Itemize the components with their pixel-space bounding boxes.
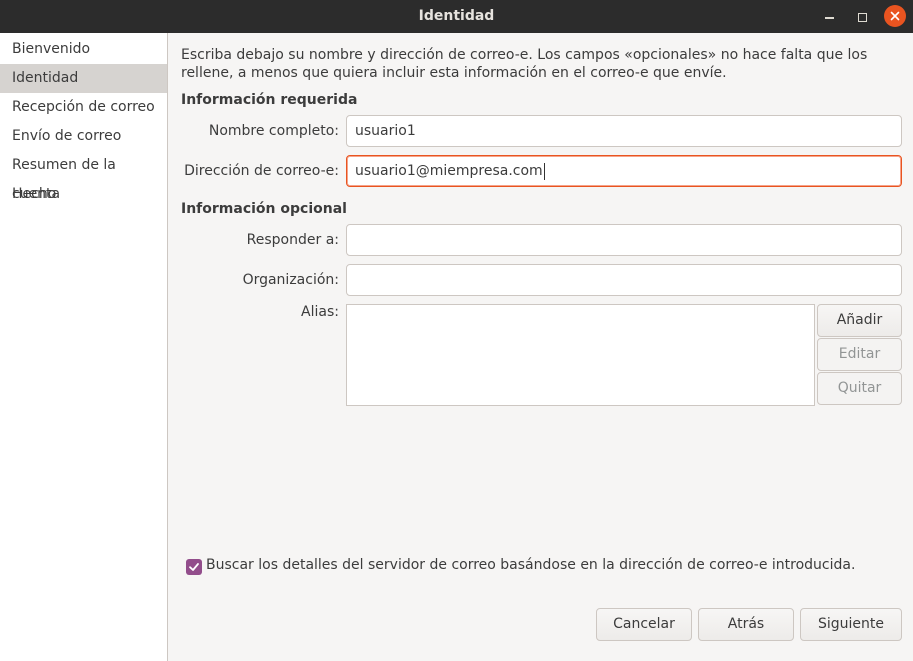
reply-to-label: Responder a:: [246, 232, 339, 248]
maximize-button[interactable]: [851, 6, 873, 28]
aliases-list[interactable]: [346, 304, 815, 406]
maximize-icon: [857, 12, 867, 22]
edit-alias-button[interactable]: Editar: [817, 338, 902, 371]
full-name-field[interactable]: usuario1: [346, 115, 902, 147]
lookup-server-label[interactable]: Buscar los detalles del servidor de corr…: [206, 557, 855, 573]
minimize-icon: [824, 17, 834, 19]
reply-to-field[interactable]: [346, 224, 902, 256]
minimize-button[interactable]: [818, 6, 840, 28]
organization-field[interactable]: [346, 264, 902, 296]
remove-alias-button[interactable]: Quitar: [817, 372, 902, 405]
text-cursor: [543, 162, 545, 180]
sidebar-item-envio[interactable]: Envío de correo: [0, 122, 167, 151]
add-alias-button[interactable]: Añadir: [817, 304, 902, 337]
close-icon: [890, 11, 900, 21]
cancel-button[interactable]: Cancelar: [596, 608, 692, 641]
sidebar-item-recepcion[interactable]: Recepción de correo: [0, 93, 167, 122]
sidebar-item-identidad[interactable]: Identidad: [0, 64, 167, 93]
optional-section-heading: Información opcional: [181, 201, 347, 217]
full-name-value: usuario1: [355, 123, 416, 139]
organization-label: Organización:: [242, 272, 339, 288]
email-label: Dirección de correo-e:: [184, 163, 339, 179]
email-field[interactable]: usuario1@miempresa.com: [346, 155, 902, 187]
checkmark-icon: [189, 563, 199, 571]
aliases-label: Alias:: [301, 304, 339, 320]
window-title: Identidad: [418, 8, 495, 24]
sidebar-item-bienvenido[interactable]: Bienvenido: [0, 35, 167, 64]
sidebar-item-resumen[interactable]: Resumen de la cuenta: [0, 151, 167, 202]
next-button[interactable]: Siguiente: [800, 608, 902, 641]
identity-page: Escriba debajo su nombre y dirección de …: [169, 33, 913, 661]
required-section-heading: Información requerida: [181, 92, 358, 108]
intro-text: Escriba debajo su nombre y dirección de …: [181, 47, 868, 81]
sidebar-item-hecho[interactable]: Hecho: [0, 180, 167, 209]
close-button[interactable]: [884, 5, 906, 27]
email-value: usuario1@miempresa.com: [355, 163, 543, 179]
back-button[interactable]: Atrás: [698, 608, 794, 641]
lookup-server-checkbox[interactable]: [186, 559, 202, 575]
title-bar: Identidad: [0, 0, 913, 33]
full-name-label: Nombre completo:: [208, 123, 339, 139]
assistant-steps-sidebar: Bienvenido Identidad Recepción de correo…: [0, 33, 168, 661]
